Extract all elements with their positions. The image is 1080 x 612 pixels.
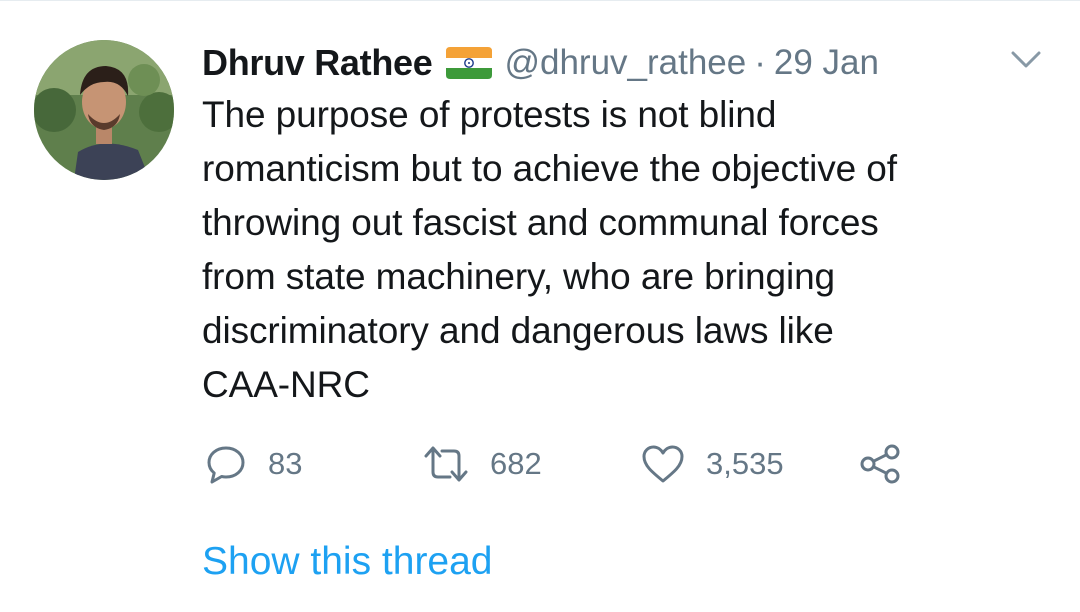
top-divider bbox=[0, 0, 1080, 1]
show-thread-link[interactable]: Show this thread bbox=[202, 540, 493, 584]
reply-button[interactable]: 83 bbox=[204, 440, 302, 488]
share-icon bbox=[858, 442, 902, 486]
reply-icon bbox=[204, 442, 248, 486]
tweet-text-line: The purpose of protests is not blind bbox=[202, 94, 777, 135]
tweet-text: The purpose of protests is not blind rom… bbox=[202, 88, 1042, 412]
tweet-header: Dhruv Rathee @dhruv_rathee · 29 Jan bbox=[202, 38, 879, 88]
chevron-down-icon[interactable] bbox=[1008, 48, 1044, 72]
separator-dot: · bbox=[754, 43, 766, 82]
tweet-text-line: discriminatory and dangerous laws like bbox=[202, 310, 834, 351]
retweet-button[interactable]: 682 bbox=[422, 440, 542, 488]
tweet-actions: 83 682 3,535 bbox=[0, 440, 1080, 488]
like-count: 3,535 bbox=[706, 446, 784, 481]
retweet-icon bbox=[422, 442, 470, 486]
heart-icon bbox=[640, 442, 686, 486]
reply-count: 83 bbox=[268, 446, 303, 481]
tweet-text-line: from state machinery, who are bringing bbox=[202, 256, 836, 297]
tweet-text-line: CAA-NRC bbox=[202, 364, 370, 405]
avatar[interactable] bbox=[34, 40, 174, 180]
tweet-text-line: romanticism but to achieve the objective… bbox=[202, 148, 897, 189]
avatar-photo bbox=[34, 40, 174, 180]
user-handle[interactable]: @dhruv_rathee bbox=[504, 43, 746, 83]
share-button[interactable] bbox=[858, 440, 902, 488]
tweet-text-line: throwing out fascist and communal forces bbox=[202, 202, 879, 243]
display-name[interactable]: Dhruv Rathee bbox=[202, 42, 433, 84]
timestamp[interactable]: 29 Jan bbox=[774, 43, 879, 83]
india-flag-icon bbox=[446, 47, 493, 79]
like-button[interactable]: 3,535 bbox=[640, 440, 784, 488]
retweet-count: 682 bbox=[490, 446, 542, 481]
